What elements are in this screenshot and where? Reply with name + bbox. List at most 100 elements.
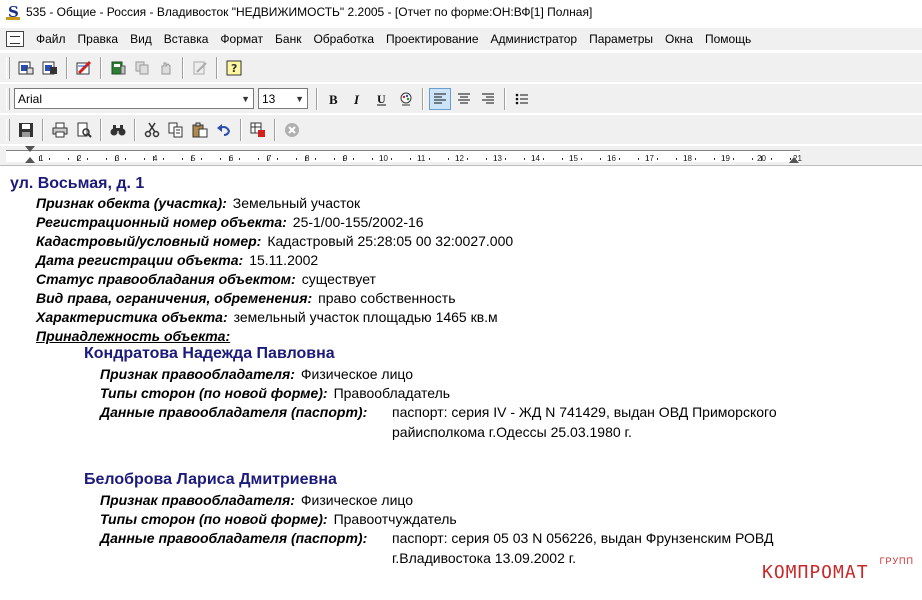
ruler-mark [238, 158, 240, 160]
ruler-mark [181, 158, 183, 160]
edit-pencil-icon[interactable] [73, 57, 95, 79]
ruler-mark [267, 156, 268, 161]
toolbar-grip[interactable] [6, 56, 10, 79]
print-icon[interactable] [49, 119, 71, 141]
menu-file[interactable]: Файл [30, 28, 72, 50]
menu-edit[interactable]: Правка [72, 28, 125, 50]
copy-icon[interactable] [165, 119, 187, 141]
first-line-indent-marker[interactable] [25, 146, 35, 152]
left-indent-marker[interactable] [25, 157, 35, 163]
field-label: Признак правообладателя: [100, 492, 295, 508]
toolbar-separator [274, 118, 276, 141]
document-menu-icon[interactable] [6, 31, 24, 47]
insert-table-icon[interactable] [247, 119, 269, 141]
book-icon[interactable] [107, 57, 129, 79]
italic-icon[interactable]: I [347, 88, 369, 110]
passport-line: райисполкома г.Одессы 25.03.1980 г. [392, 424, 632, 440]
menu-view[interactable]: Вид [124, 28, 158, 50]
ruler-mark [105, 158, 107, 160]
stop-disabled-icon[interactable] [281, 119, 303, 141]
menu-bank[interactable]: Банк [269, 28, 307, 50]
copy-disabled-icon[interactable] [131, 57, 153, 79]
open-report-icon[interactable] [15, 57, 37, 79]
toolbar-separator [316, 87, 318, 110]
app-icon[interactable]: S [6, 4, 20, 20]
right-indent-marker[interactable] [789, 157, 799, 163]
save-icon[interactable] [15, 119, 37, 141]
ruler-mark [542, 158, 544, 160]
menu-insert[interactable]: Вставка [158, 28, 215, 50]
ruler-mark [39, 156, 40, 161]
toolbar-grip[interactable] [6, 87, 10, 110]
menu-help[interactable]: Помощь [699, 28, 757, 50]
font-size-select[interactable]: 13 ▼ [258, 88, 308, 109]
underline-icon[interactable]: U [371, 88, 393, 110]
undo-icon[interactable] [213, 119, 235, 141]
owner-side-field: Типы сторон (по новой форме): Правооблада… [100, 385, 450, 401]
align-center-icon[interactable] [453, 88, 475, 110]
field-value: Кадастровый 25:28:05 00 32:0027.000 [267, 233, 514, 249]
ruler-mark [343, 156, 344, 161]
highlight-color-icon[interactable] [395, 88, 417, 110]
report-list-icon[interactable] [39, 57, 61, 79]
menu-design[interactable]: Проектирование [380, 28, 485, 50]
owner-passport-field: Данные правообладателя (паспорт): [100, 530, 367, 546]
field-value: Правоотчуждатель [333, 511, 457, 527]
field-label: Регистрационный номер объекта: [36, 214, 287, 230]
toolbar-separator [100, 56, 102, 79]
svg-text:U: U [377, 92, 386, 106]
align-right-icon[interactable] [477, 88, 499, 110]
ruler-mark [561, 158, 563, 160]
watermark-main: КОМПРОМАТ [762, 562, 869, 583]
print-preview-icon[interactable] [73, 119, 95, 141]
menu-parameters[interactable]: Параметры [583, 28, 659, 50]
passport-line: паспорт: серия 05 03 N 056226, выдан Фру… [392, 530, 774, 546]
field-label: Кадастровый/условный номер: [36, 233, 262, 249]
ruler-mark [124, 158, 126, 160]
menu-windows[interactable]: Окна [659, 28, 699, 50]
chevron-down-icon[interactable]: ▼ [241, 94, 250, 104]
ruler-mark [371, 158, 373, 160]
bullet-list-icon[interactable] [511, 88, 533, 110]
ruler-mark [48, 158, 50, 160]
ruler-mark [86, 158, 88, 160]
owner-type-field: Признак правообладателя: Физическое лицо [100, 492, 413, 508]
menu-processing[interactable]: Обработка [307, 28, 380, 50]
note-disabled-icon[interactable] [189, 57, 211, 79]
ruler-mark [115, 156, 116, 161]
passport-line: паспорт: серия IV - ЖД N 741429, выдан О… [392, 404, 777, 420]
ruler-mark [447, 158, 449, 160]
font-select[interactable]: Arial ▼ [14, 88, 254, 109]
ruler-mark [761, 156, 762, 161]
field-label: Признак правообладателя: [100, 366, 295, 382]
toolbar-separator [100, 118, 102, 141]
field-label: Дата регистрации объекта: [36, 252, 244, 268]
owner-type-field: Признак правообладателя: Физическое лицо [100, 366, 413, 382]
ruler-mark [314, 158, 316, 160]
field-label: Типы сторон (по новой форме): [100, 385, 328, 401]
find-binoculars-icon[interactable] [107, 119, 129, 141]
field-label: Статус правообладания объектом: [36, 271, 296, 287]
field-label: Характеристика объекта: [36, 309, 228, 325]
document-area[interactable]: ул. Восьмая, д. 1 Признак обекта (участк… [0, 167, 922, 600]
bold-icon[interactable]: B [323, 88, 345, 110]
align-left-icon[interactable] [429, 87, 451, 110]
menu-format[interactable]: Формат [214, 28, 269, 50]
property-address: ул. Восьмая, д. 1 [10, 175, 145, 192]
hand-disabled-icon[interactable] [155, 57, 177, 79]
ruler-track: 1 2 3 4 5 6 7 8 9 10 11 12 13 14 15 16 1… [6, 150, 802, 163]
chevron-down-icon[interactable]: ▼ [295, 94, 304, 104]
toolbar-separator [66, 56, 68, 79]
ruler-mark [143, 158, 145, 160]
paste-icon[interactable] [189, 119, 211, 141]
help-question-icon[interactable]: ? [223, 57, 245, 79]
ruler[interactable]: 1 2 3 4 5 6 7 8 9 10 11 12 13 14 15 16 1… [0, 146, 922, 166]
cut-scissors-icon[interactable] [141, 119, 163, 141]
ruler-mark [295, 158, 297, 160]
toolbar-grip[interactable] [6, 118, 10, 141]
ruler-mark [495, 156, 496, 161]
owner-name: Белоброва Лариса Дмитриевна [84, 471, 337, 488]
svg-text:B: B [329, 92, 338, 107]
ruler-mark [580, 158, 582, 160]
menu-admin[interactable]: Администратор [485, 28, 584, 50]
